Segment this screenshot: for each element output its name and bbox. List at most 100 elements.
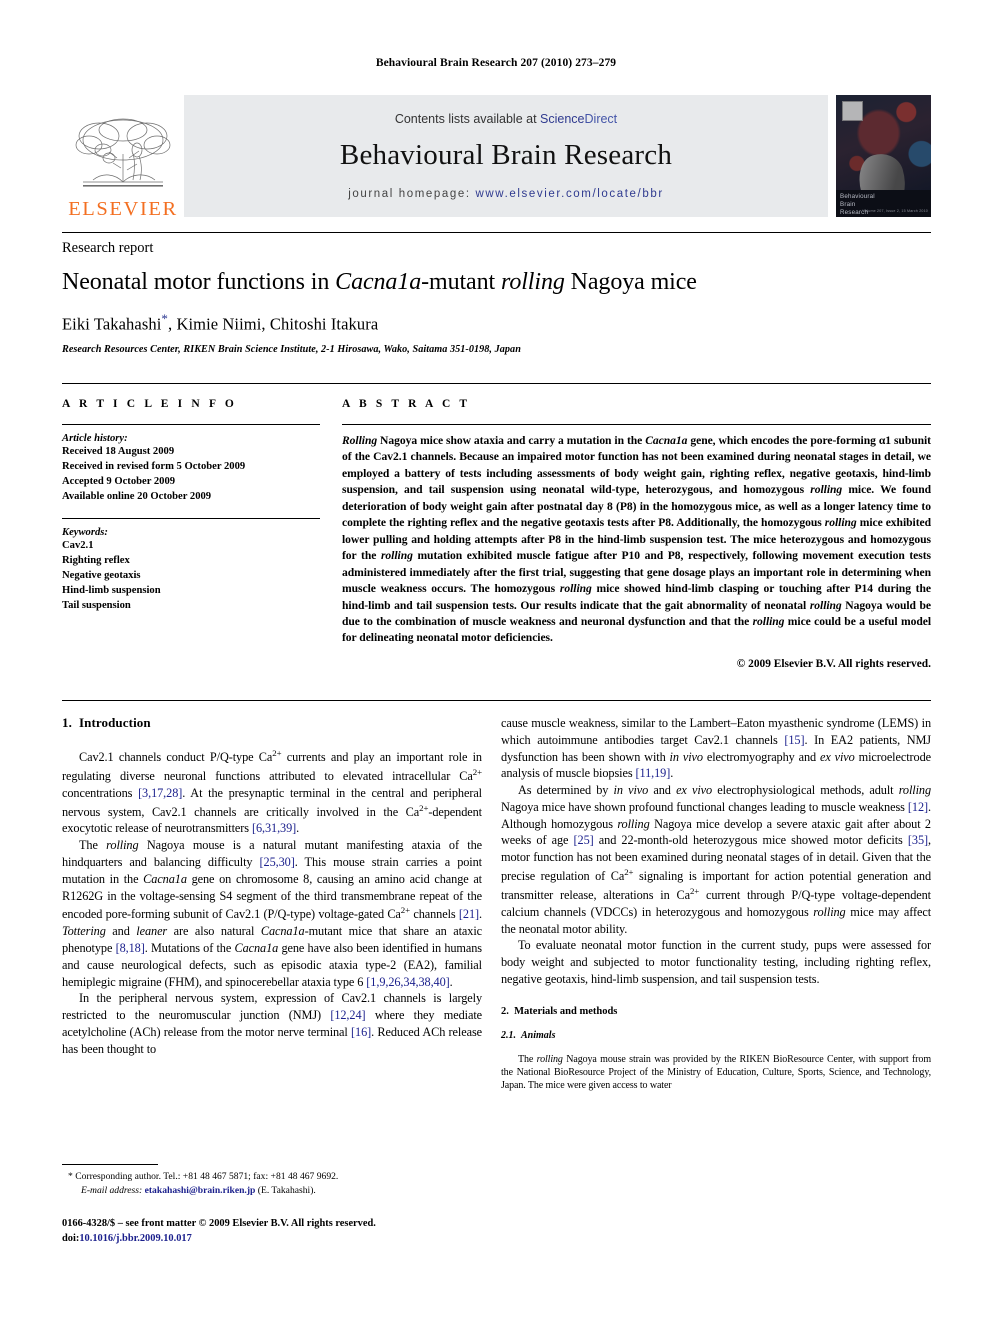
article-history-label: Article history: xyxy=(62,433,128,444)
title-part-2: -mutant xyxy=(421,269,501,295)
keyword-item: Tail suspension xyxy=(62,600,131,612)
abstract-copyright: © 2009 Elsevier B.V. All rights reserved… xyxy=(736,657,931,670)
journal-title: Behavioural Brain Research xyxy=(339,139,673,171)
citation-reference[interactable]: [25,30] xyxy=(260,855,295,869)
keyword-item: Cav2.1 xyxy=(62,539,94,551)
footnote-rule xyxy=(62,1164,158,1165)
italic-term: in vivo xyxy=(613,783,649,798)
superscript: 2+ xyxy=(472,766,482,777)
elsevier-wordmark: ELSEVIER xyxy=(68,197,178,220)
journal-masthead: ELSEVIER Contents lists available at Sci… xyxy=(62,92,931,223)
methods-number: 2. xyxy=(501,1005,509,1017)
italic-term: Cacna1a xyxy=(260,924,305,939)
abstract-italic-term: rolling xyxy=(824,516,857,530)
abstract-italic-term: rolling xyxy=(752,614,785,628)
running-head: Behavioural Brain Research 207 (2010) 27… xyxy=(375,57,617,69)
italic-term: ex vivo xyxy=(676,783,713,798)
italic-term: in vivo xyxy=(669,749,703,764)
paragraph: The rolling Nagoya mouse is a natural mu… xyxy=(62,837,482,990)
keyword-item: Hind-limb suspension xyxy=(62,584,161,596)
footnote-corresponding-text: Corresponding author. Tel.: +81 48 467 5… xyxy=(72,1171,339,1182)
intro-number: 1. xyxy=(62,715,72,730)
title-rolling-italic: rolling xyxy=(500,269,565,295)
italic-term: rolling xyxy=(106,838,139,853)
text-run: and xyxy=(105,924,137,939)
abstract-italic-term: rolling xyxy=(559,582,592,596)
italic-term: Tottering xyxy=(62,924,106,939)
history-item: Accepted 9 October 2009 xyxy=(62,476,176,488)
citation-reference[interactable]: [1,9,26,34,38,40] xyxy=(366,975,449,989)
keyword-item: Righting reflex xyxy=(62,554,130,566)
text-run: . xyxy=(670,766,674,781)
authors-remaining: , Kimie Niimi, Chitoshi Itakura xyxy=(168,314,379,334)
abstract-italic-term: Rolling xyxy=(342,434,378,447)
homepage-url-link[interactable]: www.elsevier.com/locate/bbr xyxy=(475,188,663,200)
italic-term: rolling xyxy=(813,904,846,919)
doi-link[interactable]: 10.1016/j.bbr.2009.10.017 xyxy=(79,1233,191,1244)
article-history-group: Article history: Received 18 August 2009… xyxy=(62,433,320,505)
text-run: electromyography and xyxy=(702,749,820,764)
intro-heading-text: Introduction xyxy=(78,715,151,730)
italic-term: ex vivo xyxy=(820,749,855,764)
superscript: 2+ xyxy=(689,885,700,896)
heading-introduction: 1. Introduction xyxy=(62,715,482,731)
text-run: To evaluate neonatal motor function in t… xyxy=(501,938,931,986)
citation-reference[interactable]: [6,31,39] xyxy=(252,821,296,835)
cover-caption-line1: Behavioural xyxy=(840,193,875,201)
citation-reference[interactable]: [11,19] xyxy=(636,766,671,780)
italic-term: rolling xyxy=(536,1053,563,1065)
citation-reference[interactable]: [12,24] xyxy=(330,1008,365,1022)
text-run: . xyxy=(449,974,453,989)
paragraph: As determined by in vivo and ex vivo ele… xyxy=(501,782,931,937)
text-run: and 22-month-old heterozygous mice showe… xyxy=(593,833,908,848)
abstract-text: Rolling Nagoya mice show ataxia and carr… xyxy=(342,433,931,647)
footnote-email-suffix: (E. Takahashi). xyxy=(255,1184,316,1196)
paragraph: In the peripheral nervous system, expres… xyxy=(62,990,482,1057)
text-run: concentrations xyxy=(62,785,139,800)
sciencedirect-direct: Direct xyxy=(584,112,618,126)
cover-caption: Behavioural Brain Research Volume 207, I… xyxy=(836,190,931,217)
italic-term: Cacna1a xyxy=(234,940,279,955)
keywords-group: Keywords: Cav2.1 Righting reflex Negativ… xyxy=(62,527,320,614)
page-title: Neonatal motor functions in Cacna1a-muta… xyxy=(62,268,931,296)
paragraph: To evaluate neonatal motor function in t… xyxy=(501,937,931,987)
text-run: Nagoya mice have shown profound function… xyxy=(501,799,908,814)
italic-term: Cacna1a xyxy=(143,871,187,886)
citation-reference[interactable]: [21] xyxy=(459,907,479,921)
abstract-column: A B S T R A C T Rolling Nagoya mice show… xyxy=(342,398,931,670)
homepage-prefix: journal homepage: xyxy=(348,188,476,200)
journal-homepage-line: journal homepage: www.elsevier.com/locat… xyxy=(348,188,664,200)
methods-heading-text: Materials and methods xyxy=(514,1005,618,1017)
abstract-italic-term: rolling xyxy=(380,549,413,563)
title-bottom-rule xyxy=(62,383,931,384)
citation-reference[interactable]: [8,18] xyxy=(116,941,145,955)
citation-reference[interactable]: [15] xyxy=(784,733,804,747)
text-run: The xyxy=(518,1053,537,1065)
text-run: . xyxy=(296,821,300,836)
doi-label: doi: xyxy=(62,1233,80,1245)
keyword-item: Negative geotaxis xyxy=(62,569,141,581)
contents-prefix: Contents lists available at xyxy=(394,112,541,126)
elsevier-logo: ELSEVIER xyxy=(62,92,184,223)
citation-reference[interactable]: [25] xyxy=(574,833,594,847)
corresponding-author-marker[interactable]: * xyxy=(161,311,168,326)
footnote-line-1: * Corresponding author. Tel.: +81 48 467… xyxy=(62,1170,482,1184)
text-run: electrophysiological methods, adult xyxy=(712,783,899,798)
abstract-text-run: Nagoya mice show ataxia and carry a muta… xyxy=(377,434,646,447)
sciencedirect-science: Science xyxy=(540,112,585,126)
author-email-link[interactable]: etakahashi@brain.riken.jp xyxy=(145,1185,256,1196)
email-address-label: E-mail address: xyxy=(81,1184,143,1196)
citation-reference[interactable]: [3,17,28] xyxy=(138,786,182,800)
superscript: 2+ xyxy=(400,905,411,916)
citation-reference[interactable]: [35] xyxy=(908,833,928,847)
abstract-italic-term: rolling xyxy=(810,483,843,497)
sciencedirect-link[interactable]: ScienceDirect xyxy=(540,112,617,126)
body-column-left: 1. Introduction Cav2.1 channels conduct P… xyxy=(62,715,482,1057)
paragraph: The rolling Nagoya mouse strain was prov… xyxy=(501,1053,931,1093)
citation-reference[interactable]: [16] xyxy=(351,1025,371,1039)
article-info-rule xyxy=(62,424,320,425)
citation-reference[interactable]: [12] xyxy=(908,800,928,814)
title-part-1: Neonatal motor functions in xyxy=(62,269,336,295)
italic-term: leaner xyxy=(136,924,168,939)
article-info-heading: A R T I C L E I N F O xyxy=(62,398,237,410)
